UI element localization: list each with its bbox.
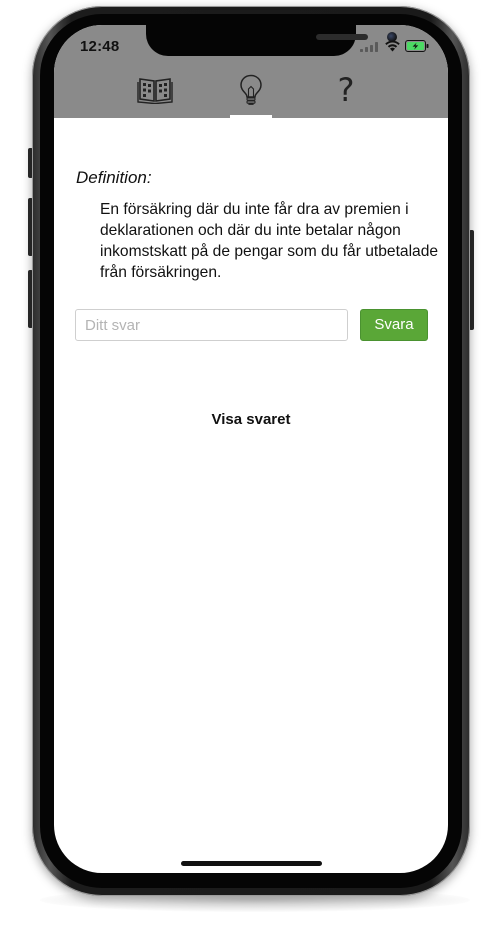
active-tab-indicator xyxy=(230,115,272,118)
status-time: 12:48 xyxy=(80,38,120,55)
question-icon: ? xyxy=(337,71,355,109)
definition-label: Definition: xyxy=(76,168,152,187)
home-indicator[interactable] xyxy=(181,861,322,866)
tab-quiz[interactable] xyxy=(221,73,281,107)
submit-answer-button[interactable]: Svara xyxy=(360,309,428,341)
show-answer-button[interactable]: Visa svaret xyxy=(151,411,351,428)
answer-input[interactable] xyxy=(75,309,348,341)
lightbulb-icon xyxy=(240,74,262,105)
app-screen: 12:48 ? Definition: En försäkring där du… xyxy=(54,25,448,873)
app-header: 12:48 ? xyxy=(54,25,448,118)
tab-help[interactable]: ? xyxy=(316,73,376,107)
wifi-icon xyxy=(385,40,400,52)
tab-glossary[interactable] xyxy=(125,73,185,107)
definition-text: En försäkring där du inte får dra av pre… xyxy=(100,201,439,281)
battery-icon xyxy=(405,40,429,52)
device-mockup: 12:48 ? Definition: En försäkring där du… xyxy=(0,0,502,929)
book-icon xyxy=(137,78,173,104)
status-indicators xyxy=(360,39,430,53)
signal-icon xyxy=(360,42,378,52)
notch xyxy=(146,25,397,56)
